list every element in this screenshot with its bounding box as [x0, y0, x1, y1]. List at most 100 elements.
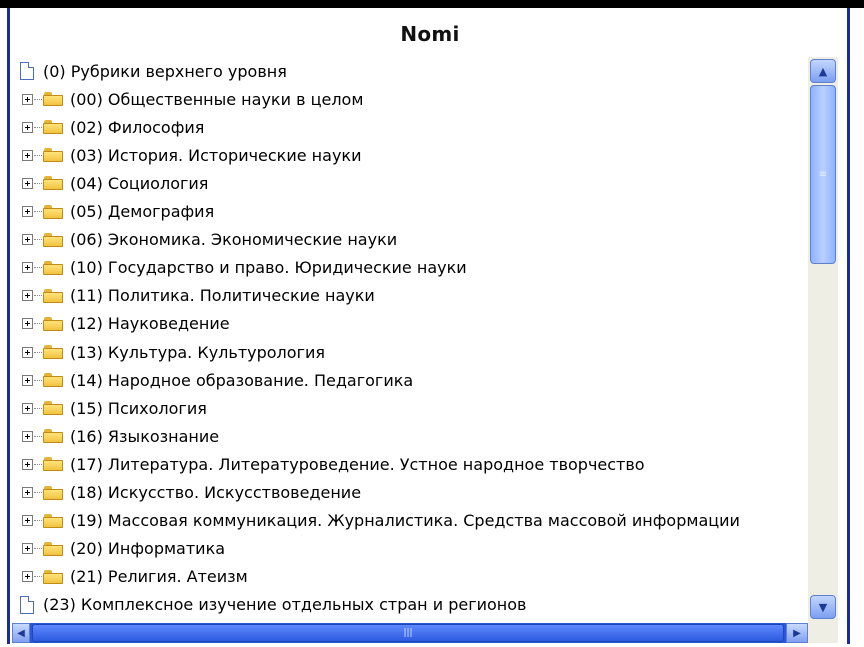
tree-row[interactable]: (12) Науковедение	[12, 310, 230, 338]
folder-icon	[43, 260, 63, 275]
scrollbar-corner	[808, 623, 838, 643]
expand-plus-icon[interactable]	[22, 318, 33, 330]
tree-row[interactable]: (11) Политика. Политические науки	[12, 282, 375, 310]
expand-plus-icon[interactable]	[22, 346, 33, 358]
tree-row[interactable]: (06) Экономика. Экономические науки	[12, 226, 397, 254]
folder-icon	[43, 120, 63, 135]
tree-row[interactable]: (0) Рубрики верхнего уровня	[12, 57, 287, 85]
tree-row[interactable]: (13) Культура. Культурология	[12, 338, 325, 366]
tree-row[interactable]: (23) Комплексное изучение отдельных стра…	[12, 591, 526, 619]
tree-item-label[interactable]: (18) Искусство. Искусствоведение	[70, 483, 361, 502]
expand-plus-icon[interactable]	[22, 234, 33, 246]
expand-plus-icon[interactable]	[22, 571, 33, 583]
tree-row[interactable]: (03) История. Исторические науки	[12, 141, 361, 169]
tree-connector	[34, 351, 42, 353]
vertical-scrollbar[interactable]: ▲ ≡ ▼	[808, 57, 838, 623]
tree-item-label[interactable]: (00) Общественные науки в целом	[70, 90, 363, 109]
tree-connector	[34, 295, 42, 297]
folder-icon	[43, 401, 63, 416]
tree-row[interactable]: (10) Государство и право. Юридические на…	[12, 254, 467, 282]
tree-connector	[34, 548, 42, 550]
folder-icon	[43, 513, 63, 528]
tree-row[interactable]: (00) Общественные науки в целом	[12, 85, 363, 113]
expand-plus-icon[interactable]	[22, 515, 33, 527]
folder-icon	[43, 316, 63, 331]
horizontal-scrollbar[interactable]: ◀ ||| ▶	[12, 623, 808, 643]
tree-connector	[34, 407, 42, 409]
document-icon	[20, 595, 34, 614]
tree-row[interactable]: (05) Демография	[12, 198, 214, 226]
expand-plus-icon[interactable]	[22, 487, 33, 498]
folder-icon	[43, 485, 63, 500]
vertical-scroll-thumb[interactable]: ≡	[810, 85, 836, 264]
tree-item-label[interactable]: (12) Науковедение	[70, 314, 230, 333]
folder-icon	[43, 569, 63, 584]
expand-plus-icon[interactable]	[22, 430, 33, 442]
folder-icon	[43, 176, 63, 191]
chevron-right-icon: ▶	[793, 627, 801, 639]
expand-plus-icon[interactable]	[22, 149, 33, 161]
tree-row[interactable]: (21) Религия. Атеизм	[12, 563, 248, 591]
tree-item-label[interactable]: (02) Философия	[70, 118, 204, 137]
tree-item-label[interactable]: (13) Культура. Культурология	[70, 343, 325, 362]
expand-plus-icon[interactable]	[22, 543, 33, 555]
tree-connector	[34, 126, 42, 128]
tree-item-label[interactable]: (06) Экономика. Экономические науки	[70, 230, 397, 249]
tree-connector	[34, 576, 42, 578]
tree-item-label[interactable]: (10) Государство и право. Юридические на…	[70, 258, 467, 277]
tree-item-label[interactable]: (03) История. Исторические науки	[70, 146, 361, 165]
tree-item-label[interactable]: (14) Народное образование. Педагогика	[70, 371, 413, 390]
folder-icon	[43, 92, 63, 107]
tree-item-label[interactable]: (11) Политика. Политические науки	[70, 286, 375, 305]
tree-connector	[34, 435, 42, 437]
tree-row[interactable]: (18) Искусство. Искусствоведение	[12, 479, 361, 507]
expand-plus-icon[interactable]	[22, 458, 33, 470]
tree-connector	[34, 98, 42, 100]
tree-row[interactable]: (14) Народное образование. Педагогика	[12, 366, 413, 394]
category-tree[interactable]: (0) Рубрики верхнего уровня (00) Обществе…	[12, 57, 807, 623]
tree-connector	[34, 182, 42, 184]
tree-item-label[interactable]: (23) Комплексное изучение отдельных стра…	[43, 595, 526, 614]
chevron-down-icon: ▼	[818, 600, 828, 614]
grip-lines-icon: ≡	[818, 169, 828, 180]
scroll-right-button[interactable]: ▶	[786, 623, 808, 643]
scroll-left-button[interactable]: ◀	[12, 623, 30, 643]
tree-connector	[34, 463, 42, 465]
tree-connector	[34, 267, 42, 269]
tree-item-label[interactable]: (0) Рубрики верхнего уровня	[43, 62, 287, 81]
tree-item-label[interactable]: (19) Массовая коммуникация. Журналистика…	[70, 511, 740, 530]
tree-row[interactable]: (16) Языкознание	[12, 422, 219, 450]
expand-plus-icon[interactable]	[22, 93, 33, 105]
tree-connector	[34, 211, 42, 212]
expand-plus-icon[interactable]	[22, 177, 33, 189]
expand-plus-icon[interactable]	[22, 374, 33, 386]
grip-lines-icon: |||	[403, 628, 413, 638]
tree-item-label[interactable]: (16) Языкознание	[70, 427, 219, 446]
tree-row[interactable]: (20) Информатика	[12, 535, 225, 563]
tree-row[interactable]: (04) Социология	[12, 169, 208, 197]
expand-plus-icon[interactable]	[22, 206, 33, 217]
tree-row[interactable]: (02) Философия	[12, 113, 204, 141]
expand-plus-icon[interactable]	[22, 262, 33, 274]
expand-plus-icon[interactable]	[22, 290, 33, 302]
folder-icon	[43, 345, 63, 359]
tree-row[interactable]: (17) Литература. Литературоведение. Устн…	[12, 450, 645, 478]
folder-icon	[43, 541, 63, 556]
tree-item-label[interactable]: (17) Литература. Литературоведение. Устн…	[70, 455, 645, 474]
panel-title: Nomi	[400, 22, 460, 46]
chevron-left-icon: ◀	[17, 627, 25, 639]
tree-row[interactable]: (15) Психология	[12, 394, 207, 422]
tree-item-label[interactable]: (21) Религия. Атеизм	[70, 567, 248, 586]
horizontal-scroll-thumb[interactable]: |||	[32, 624, 784, 642]
document-icon	[20, 62, 34, 80]
scroll-down-button[interactable]: ▼	[810, 595, 836, 619]
chevron-up-icon: ▲	[818, 64, 828, 78]
expand-plus-icon[interactable]	[22, 121, 33, 133]
expand-plus-icon[interactable]	[22, 402, 33, 414]
tree-item-label[interactable]: (20) Информатика	[70, 539, 225, 558]
tree-item-label[interactable]: (05) Демография	[70, 202, 214, 221]
scroll-up-button[interactable]: ▲	[810, 59, 836, 83]
tree-item-label[interactable]: (15) Психология	[70, 399, 207, 418]
tree-item-label[interactable]: (04) Социология	[70, 174, 208, 193]
tree-row[interactable]: (19) Массовая коммуникация. Журналистика…	[12, 507, 740, 535]
